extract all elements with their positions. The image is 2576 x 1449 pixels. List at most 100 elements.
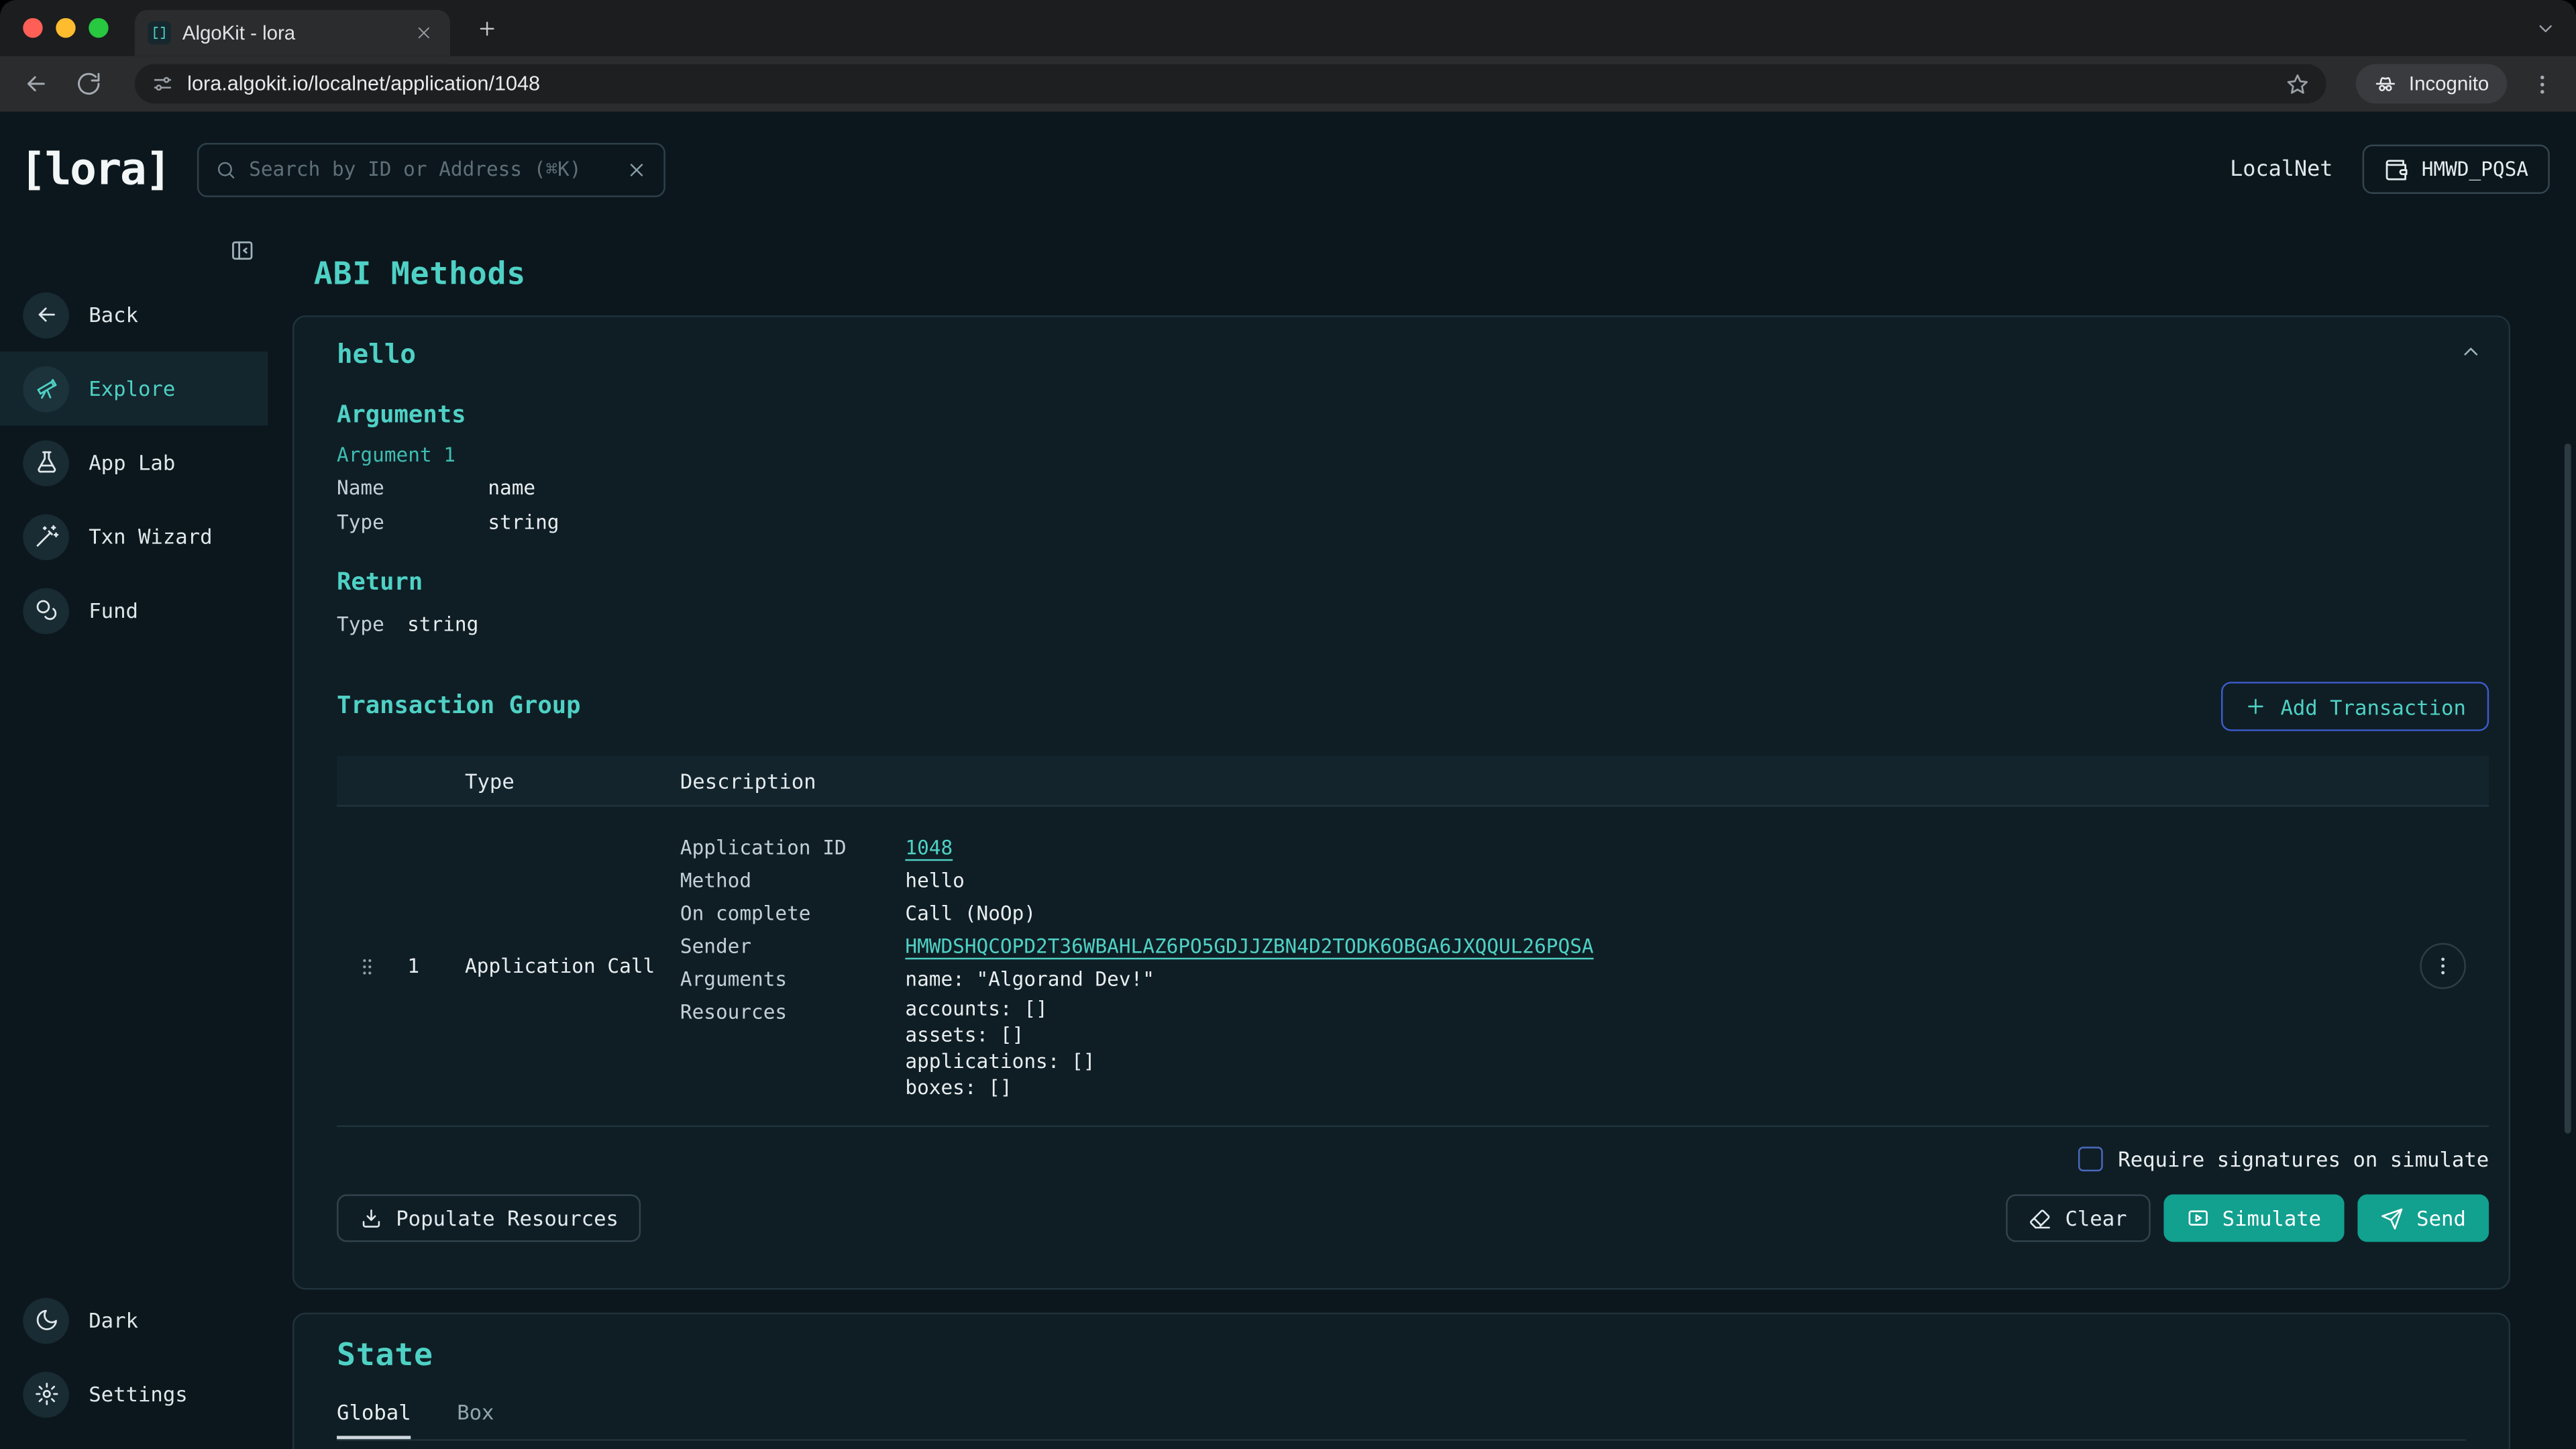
add-transaction-label: Add Transaction <box>2280 694 2465 719</box>
send-plane-icon <box>2380 1207 2403 1230</box>
window-controls <box>23 18 108 38</box>
eraser-icon <box>2029 1207 2052 1230</box>
simulate-button[interactable]: Simulate <box>2163 1194 2345 1242</box>
tab-favicon-icon <box>148 21 170 44</box>
moon-icon <box>23 1297 69 1343</box>
address-bar[interactable]: lora.algokit.io/localnet/application/104… <box>135 64 2327 104</box>
search-box[interactable] <box>197 142 665 197</box>
sidebar-item-fund[interactable]: Fund <box>0 574 268 647</box>
require-signatures-checkbox[interactable] <box>2078 1146 2103 1171</box>
arg-type-label: Type <box>337 506 488 540</box>
chevron-up-icon[interactable] <box>2459 340 2482 363</box>
close-window-button[interactable] <box>23 18 42 38</box>
return-type-label: Type <box>337 610 384 639</box>
sidebar-item-label: Fund <box>89 598 138 623</box>
populate-resources-button[interactable]: Populate Resources <box>337 1194 641 1242</box>
wallet-icon <box>2383 157 2408 182</box>
clear-button[interactable]: Clear <box>2006 1194 2150 1242</box>
col-description: Description <box>680 768 2397 793</box>
back-nav-icon[interactable] <box>19 67 52 100</box>
network-label[interactable]: LocalNet <box>2230 157 2332 182</box>
browser-tab-strip: AlgoKit - lora <box>0 0 2576 56</box>
argument1-label: Argument 1 <box>337 442 2489 468</box>
sidebar-back-button[interactable]: Back <box>0 278 268 352</box>
row-index: 1 <box>407 955 419 977</box>
row-menu-button[interactable] <box>2420 943 2466 989</box>
telescope-icon <box>23 366 69 412</box>
txn-type: Application Call <box>465 955 680 977</box>
tab-search-chevron-icon[interactable] <box>2535 18 2557 40</box>
lora-logo[interactable]: [lora] <box>19 144 170 195</box>
method-name[interactable]: hello <box>337 337 2489 373</box>
plus-icon <box>2245 695 2267 718</box>
resources-values: accounts: [] assets: [] applications: []… <box>905 996 2397 1101</box>
ellipsis-vertical-icon <box>2431 955 2454 977</box>
sidebar-item-explore[interactable]: Explore <box>0 352 268 425</box>
page-scrollbar[interactable] <box>2565 443 2571 1134</box>
back-arrow-icon <box>23 292 69 338</box>
flask-icon <box>23 439 69 486</box>
arg-name-label: Name <box>337 472 488 506</box>
wallet-button[interactable]: HMWD_PQSA <box>2363 145 2550 194</box>
state-tabs: Global Box <box>337 1400 2489 1440</box>
gear-icon <box>23 1371 69 1417</box>
send-label: Send <box>2416 1206 2466 1231</box>
coins-icon <box>23 588 69 634</box>
send-button[interactable]: Send <box>2357 1194 2489 1242</box>
tab-title: AlgoKit - lora <box>182 21 399 44</box>
page-title: ABI Methods <box>314 256 2510 292</box>
sidebar-item-label: Txn Wizard <box>89 524 212 549</box>
app-id-link[interactable]: 1048 <box>905 837 953 859</box>
sidebar: Back Explore App Lab <box>0 227 268 1449</box>
sidebar-item-label: Explore <box>89 376 175 401</box>
add-transaction-button[interactable]: Add Transaction <box>2221 682 2489 731</box>
browser-toolbar: lora.algokit.io/localnet/application/104… <box>0 56 2576 111</box>
arg-type-value: string <box>488 506 2489 540</box>
zoom-window-button[interactable] <box>89 18 108 38</box>
search-input[interactable] <box>249 158 612 180</box>
browser-menu-icon[interactable] <box>2527 69 2557 99</box>
table-header: Type Description <box>337 756 2489 807</box>
main-content: ABI Methods hello Arguments Argument 1 N… <box>268 227 2576 1449</box>
site-settings-icon[interactable] <box>151 72 174 95</box>
tabs-divider <box>337 1439 2466 1440</box>
abi-method-card: hello Arguments Argument 1 Name name Typ… <box>292 315 2510 1289</box>
download-tray-icon <box>360 1207 382 1230</box>
method-value: hello <box>905 864 2397 897</box>
search-clear-icon[interactable] <box>625 158 647 180</box>
incognito-label: Incognito <box>2409 72 2489 95</box>
simulate-label: Simulate <box>2222 1206 2321 1231</box>
return-heading: Return <box>337 567 2489 600</box>
reload-icon[interactable] <box>72 67 105 100</box>
minimize-window-button[interactable] <box>56 18 75 38</box>
arguments-heading: Arguments <box>337 399 2489 432</box>
sidebar-item-label: App Lab <box>89 450 175 475</box>
sidebar-item-app-lab[interactable]: App Lab <box>0 425 268 499</box>
bookmark-star-icon[interactable] <box>2286 72 2310 97</box>
theme-toggle-dark[interactable]: Dark <box>0 1283 268 1357</box>
incognito-badge: Incognito <box>2357 64 2508 104</box>
settings-label: Settings <box>89 1382 187 1407</box>
arguments-label: Arguments <box>680 963 906 996</box>
sidebar-item-settings[interactable]: Settings <box>0 1357 268 1431</box>
require-signatures-label: Require signatures on simulate <box>2118 1146 2489 1171</box>
table-row[interactable]: 1 Application Call Application ID 1048 M… <box>337 806 2489 1127</box>
transaction-group-heading: Transaction Group <box>337 690 580 723</box>
sidebar-item-txn-wizard[interactable]: Txn Wizard <box>0 499 268 573</box>
tab-box[interactable]: Box <box>457 1400 494 1440</box>
arguments-value: name: "Algorand Dev!" <box>905 963 2397 996</box>
oncomplete-value: Call (NoOp) <box>905 897 2397 930</box>
clear-label: Clear <box>2065 1206 2127 1231</box>
app-id-label: Application ID <box>680 831 906 864</box>
col-type: Type <box>465 768 680 793</box>
incognito-icon <box>2375 72 2398 95</box>
state-card: State Global Box <box>292 1313 2510 1449</box>
drag-handle-icon[interactable] <box>356 955 378 977</box>
tab-close-icon[interactable] <box>411 19 437 46</box>
sender-address-link[interactable]: HMWDSHQCOPD2T36WBAHLAZ6PO5GDJJZBN4D2TODK… <box>905 934 1593 957</box>
browser-tab[interactable]: AlgoKit - lora <box>135 10 450 56</box>
tab-global[interactable]: Global <box>337 1400 411 1440</box>
new-tab-button[interactable] <box>470 11 502 44</box>
sidebar-collapse-icon[interactable] <box>230 238 255 263</box>
app-header: [lora] LocalNet HMWD_PQSA <box>0 112 2576 227</box>
